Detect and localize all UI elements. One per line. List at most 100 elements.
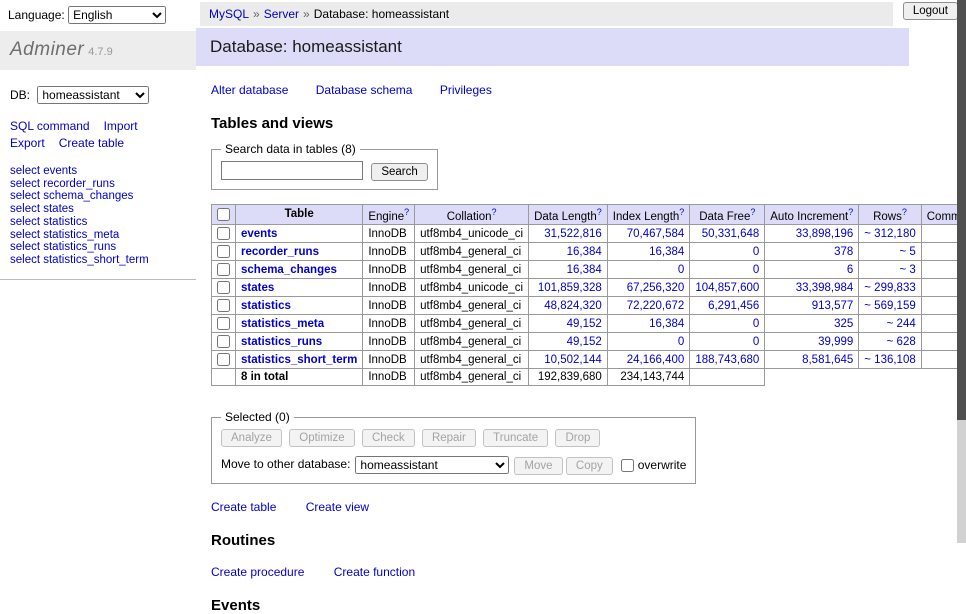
data-length-link[interactable]: 48,824,320 [544, 300, 602, 312]
column-help-link[interactable]: ? [404, 207, 409, 217]
column-help-link[interactable]: ? [848, 207, 853, 217]
breadcrumb-mysql-link[interactable]: MySQL [209, 7, 249, 21]
auto-increment-link[interactable]: 8,581,645 [802, 354, 853, 366]
auto-increment-link[interactable]: 913,577 [812, 300, 854, 312]
sidebar-item-recorder-runs[interactable]: select recorder_runs [10, 178, 186, 191]
column-help-link[interactable]: ? [597, 207, 602, 217]
copy-button[interactable]: Copy [566, 457, 613, 475]
row-checkbox[interactable] [217, 317, 230, 330]
db-select[interactable]: homeassistant [37, 86, 149, 104]
auto-increment-link[interactable]: 33,398,984 [796, 282, 854, 294]
privileges-link[interactable]: Privileges [440, 83, 492, 97]
row-checkbox[interactable] [217, 299, 230, 312]
row-checkbox[interactable] [217, 227, 230, 240]
logout-button[interactable]: Logout [903, 2, 958, 20]
data-length-link[interactable]: 31,522,816 [544, 228, 602, 240]
index-length-link[interactable]: 72,220,672 [627, 300, 685, 312]
index-length-link[interactable]: 24,166,400 [627, 354, 685, 366]
rows-link[interactable]: ~ 136,108 [864, 354, 915, 366]
database-schema-link[interactable]: Database schema [316, 83, 413, 97]
truncate-button[interactable]: Truncate [483, 429, 548, 447]
sql-command-link[interactable]: SQL command [10, 119, 90, 133]
index-length-link[interactable]: 16,384 [649, 318, 684, 330]
rows-link[interactable]: ~ 299,833 [864, 282, 915, 294]
check-button[interactable]: Check [362, 429, 415, 447]
search-input[interactable] [221, 161, 363, 180]
data-length-link[interactable]: 16,384 [567, 264, 602, 276]
column-help-link[interactable]: ? [902, 207, 907, 217]
data-free-link[interactable]: 50,331,648 [702, 228, 760, 240]
language-select[interactable]: English [68, 6, 166, 24]
scrollbar-thumb[interactable] [957, 0, 966, 420]
rows-link[interactable]: ~ 5 [899, 246, 915, 258]
data-length-link[interactable]: 16,384 [567, 246, 602, 258]
export-link[interactable]: Export [10, 136, 45, 150]
import-link[interactable]: Import [104, 119, 138, 133]
repair-button[interactable]: Repair [422, 429, 476, 447]
sidebar-item-statistics-meta[interactable]: select statistics_meta [10, 229, 186, 242]
auto-increment-link[interactable]: 33,898,196 [796, 228, 854, 240]
row-checkbox[interactable] [217, 353, 230, 366]
overwrite-checkbox[interactable] [621, 459, 634, 472]
index-length-link[interactable]: 16,384 [649, 246, 684, 258]
sidebar-item-events[interactable]: select events [10, 165, 186, 178]
index-length-link[interactable]: 67,256,320 [627, 282, 685, 294]
scrollbar[interactable] [957, 0, 966, 543]
data-free-link[interactable]: 0 [753, 336, 759, 348]
select-all-checkbox[interactable] [217, 208, 230, 221]
sidebar-item-states[interactable]: select states [10, 203, 186, 216]
auto-increment-link[interactable]: 39,999 [818, 336, 853, 348]
rows-link[interactable]: ~ 628 [887, 336, 916, 348]
breadcrumb-server-link[interactable]: Server [264, 7, 299, 21]
table-name-link[interactable]: recorder_runs [241, 246, 319, 258]
table-name-link[interactable]: statistics_meta [241, 318, 324, 330]
auto-increment-link[interactable]: 6 [847, 264, 853, 276]
search-button[interactable]: Search [371, 163, 427, 181]
sidebar-item-schema-changes[interactable]: select schema_changes [10, 190, 186, 203]
rows-link[interactable]: ~ 312,180 [864, 228, 915, 240]
rows-link[interactable]: ~ 244 [887, 318, 916, 330]
data-free-link[interactable]: 6,291,456 [708, 300, 759, 312]
column-help-link[interactable]: ? [679, 207, 684, 217]
create-table-sidebar-link[interactable]: Create table [59, 136, 124, 150]
sidebar-item-statistics[interactable]: select statistics [10, 216, 186, 229]
create-view-link[interactable]: Create view [306, 500, 369, 514]
data-length-link[interactable]: 49,152 [567, 336, 602, 348]
data-free-link[interactable]: 188,743,680 [695, 354, 759, 366]
table-name-link[interactable]: events [241, 228, 277, 240]
data-free-link[interactable]: 0 [753, 318, 759, 330]
column-help-link[interactable]: ? [750, 207, 755, 217]
create-function-link[interactable]: Create function [334, 565, 415, 579]
rows-link[interactable]: ~ 569,159 [864, 300, 915, 312]
data-length-link[interactable]: 10,502,144 [544, 354, 602, 366]
index-length-link[interactable]: 70,467,584 [627, 228, 685, 240]
table-name-link[interactable]: schema_changes [241, 264, 337, 276]
table-name-link[interactable]: states [241, 282, 274, 294]
create-table-link[interactable]: Create table [211, 500, 276, 514]
auto-increment-link[interactable]: 378 [834, 246, 853, 258]
data-free-link[interactable]: 0 [753, 246, 759, 258]
row-checkbox[interactable] [217, 263, 230, 276]
sidebar-item-statistics-short-term[interactable]: select statistics_short_term [10, 254, 186, 267]
sidebar-item-statistics-runs[interactable]: select statistics_runs [10, 241, 186, 254]
drop-button[interactable]: Drop [555, 429, 600, 447]
optimize-button[interactable]: Optimize [289, 429, 354, 447]
row-checkbox[interactable] [217, 335, 230, 348]
move-button[interactable]: Move [514, 457, 562, 475]
data-length-link[interactable]: 49,152 [567, 318, 602, 330]
table-name-link[interactable]: statistics_runs [241, 336, 322, 348]
row-checkbox[interactable] [217, 245, 230, 258]
create-procedure-link[interactable]: Create procedure [211, 565, 304, 579]
data-length-link[interactable]: 101,859,328 [538, 282, 602, 294]
alter-database-link[interactable]: Alter database [211, 83, 288, 97]
index-length-link[interactable]: 0 [678, 336, 684, 348]
analyze-button[interactable]: Analyze [221, 429, 282, 447]
index-length-link[interactable]: 0 [678, 264, 684, 276]
data-free-link[interactable]: 104,857,600 [695, 282, 759, 294]
rows-link[interactable]: ~ 3 [899, 264, 915, 276]
row-checkbox[interactable] [217, 281, 230, 294]
table-name-link[interactable]: statistics [241, 300, 291, 312]
table-name-link[interactable]: statistics_short_term [241, 354, 357, 366]
move-db-select[interactable]: homeassistant [355, 456, 509, 474]
column-help-link[interactable]: ? [491, 207, 496, 217]
